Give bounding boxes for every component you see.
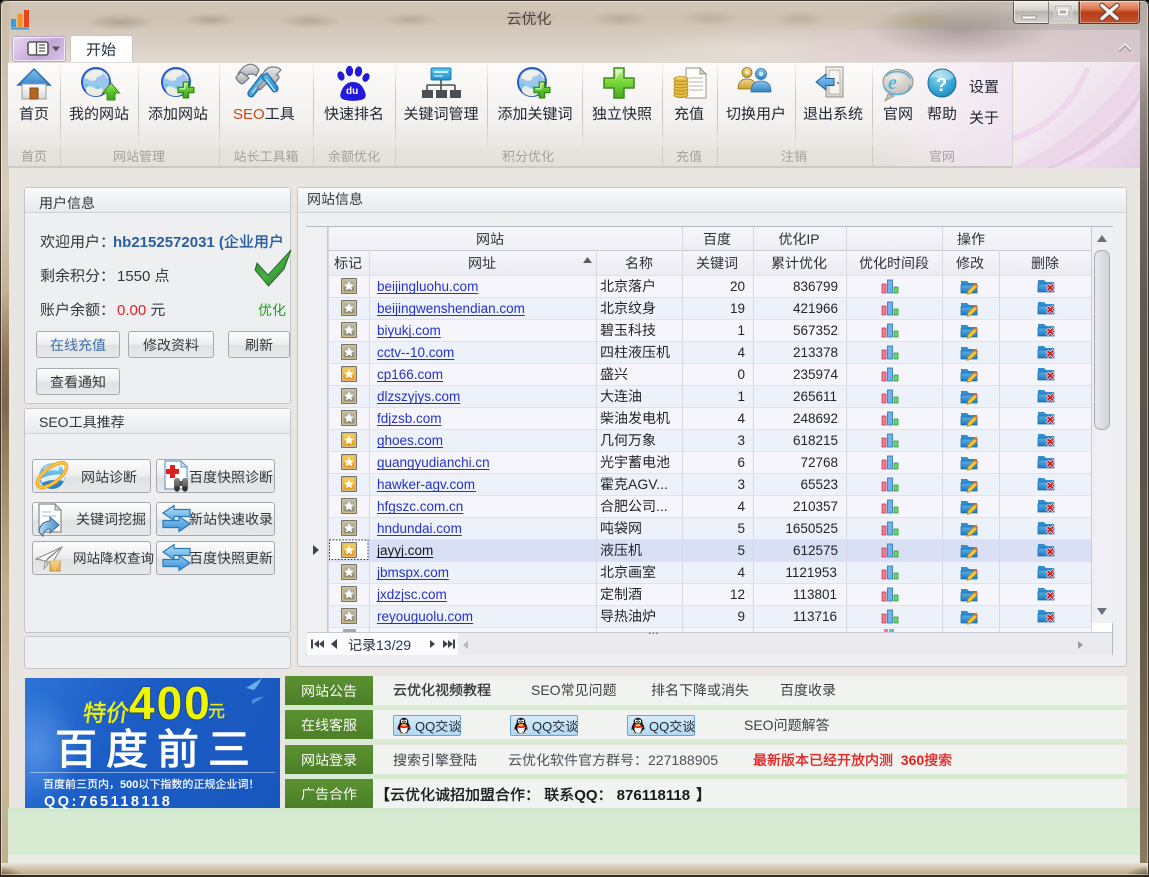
svg-text:1121953: 1121953 [785,565,837,580]
svg-text:QQ: QQ [532,719,552,734]
svg-text:235974: 235974 [793,367,839,382]
svg-text:jxdzjsc.com: jxdzjsc.com [376,587,447,602]
svg-text:QQ: QQ [415,719,435,734]
svg-text:113801: 113801 [793,587,837,602]
svg-text:265611: 265611 [793,389,837,404]
svg-text:QQ:765118118: QQ:765118118 [44,794,172,810]
svg-text:836799: 836799 [793,279,838,294]
svg-text:hfgszc.com.cn: hfgszc.com.cn [377,499,463,514]
svg-text:cp166.com: cp166.com [377,367,443,382]
svg-text:...: ... [656,498,668,514]
svg-text:567352: 567352 [793,323,838,338]
svg-text:500: 500 [120,779,138,791]
svg-text:SEO: SEO [233,106,265,123]
svg-text:618215: 618215 [793,433,838,448]
svg-text:876118118: 876118118 [613,787,695,804]
svg-text:248692: 248692 [793,411,838,426]
svg-text:QQ: QQ [574,787,598,804]
svg-text:3: 3 [738,433,746,448]
svg-text:113716: 113716 [793,609,837,624]
svg-text:...: ... [648,622,659,637]
svg-text:6: 6 [738,455,746,470]
svg-text:beijingwenshendian.com: beijingwenshendian.com [377,301,525,316]
svg-text:5: 5 [738,543,746,558]
svg-text:hawker-agv.com: hawker-agv.com [377,477,475,492]
svg-text:SEO: SEO [531,682,561,698]
svg-text:4: 4 [738,411,746,426]
svg-text:hb2152572031 (: hb2152572031 ( [113,234,224,251]
svg-text:4: 4 [738,565,746,580]
svg-text:?: ? [936,75,947,95]
svg-text:AGV...: AGV... [628,476,668,492]
svg-text:1: 1 [738,323,746,338]
svg-text:SEO: SEO [744,717,774,733]
svg-text:3: 3 [738,477,746,492]
svg-text:dlzszyjys.com: dlzszyjys.com [377,389,460,404]
svg-text:5: 5 [738,521,746,536]
svg-text:9: 9 [738,609,746,624]
svg-text:guangyudianchi.cn: guangyudianchi.cn [377,455,490,470]
svg-text:1: 1 [738,389,746,404]
svg-text:65523: 65523 [801,477,839,492]
svg-text:213378: 213378 [793,345,838,360]
svg-text:1550: 1550 [117,268,150,285]
svg-text:13/29: 13/29 [376,637,411,653]
svg-text:612575: 612575 [793,543,838,558]
svg-text:421966: 421966 [793,301,838,316]
svg-text:19: 19 [730,301,745,316]
svg-text:210357: 210357 [793,499,838,514]
svg-text:IP: IP [806,231,819,247]
svg-text:e: e [888,72,897,94]
svg-text:biyukj.com: biyukj.com [377,323,441,338]
svg-text:hndundai.com: hndundai.com [377,521,462,536]
svg-text:4: 4 [738,499,746,514]
svg-text:4: 4 [738,345,746,360]
svg-text:72768: 72768 [801,455,839,470]
svg-text:reyouguolu.com: reyouguolu.com [377,609,473,624]
svg-text:12: 12 [730,587,745,602]
svg-text:1650525: 1650525 [785,521,838,536]
svg-text:400: 400 [129,677,212,729]
svg-text:beijingluohu.com: beijingluohu.com [377,279,478,294]
svg-text:0.00: 0.00 [117,302,146,319]
svg-text:cctv--10.com: cctv--10.com [377,345,454,360]
svg-text:fdjzsb.com: fdjzsb.com [377,411,442,426]
svg-text:QQ: QQ [649,719,669,734]
svg-text:20: 20 [730,279,745,294]
svg-text:227188905: 227188905 [648,752,718,768]
svg-text:jayyj.com: jayyj.com [376,543,433,558]
svg-text:SEO: SEO [39,414,69,430]
svg-text:360: 360 [893,752,924,768]
svg-text:0: 0 [738,367,746,382]
svg-text:ghoes.com: ghoes.com [377,433,443,448]
svg-text:jbmspx.com: jbmspx.com [376,565,449,580]
svg-text:du: du [346,86,358,97]
